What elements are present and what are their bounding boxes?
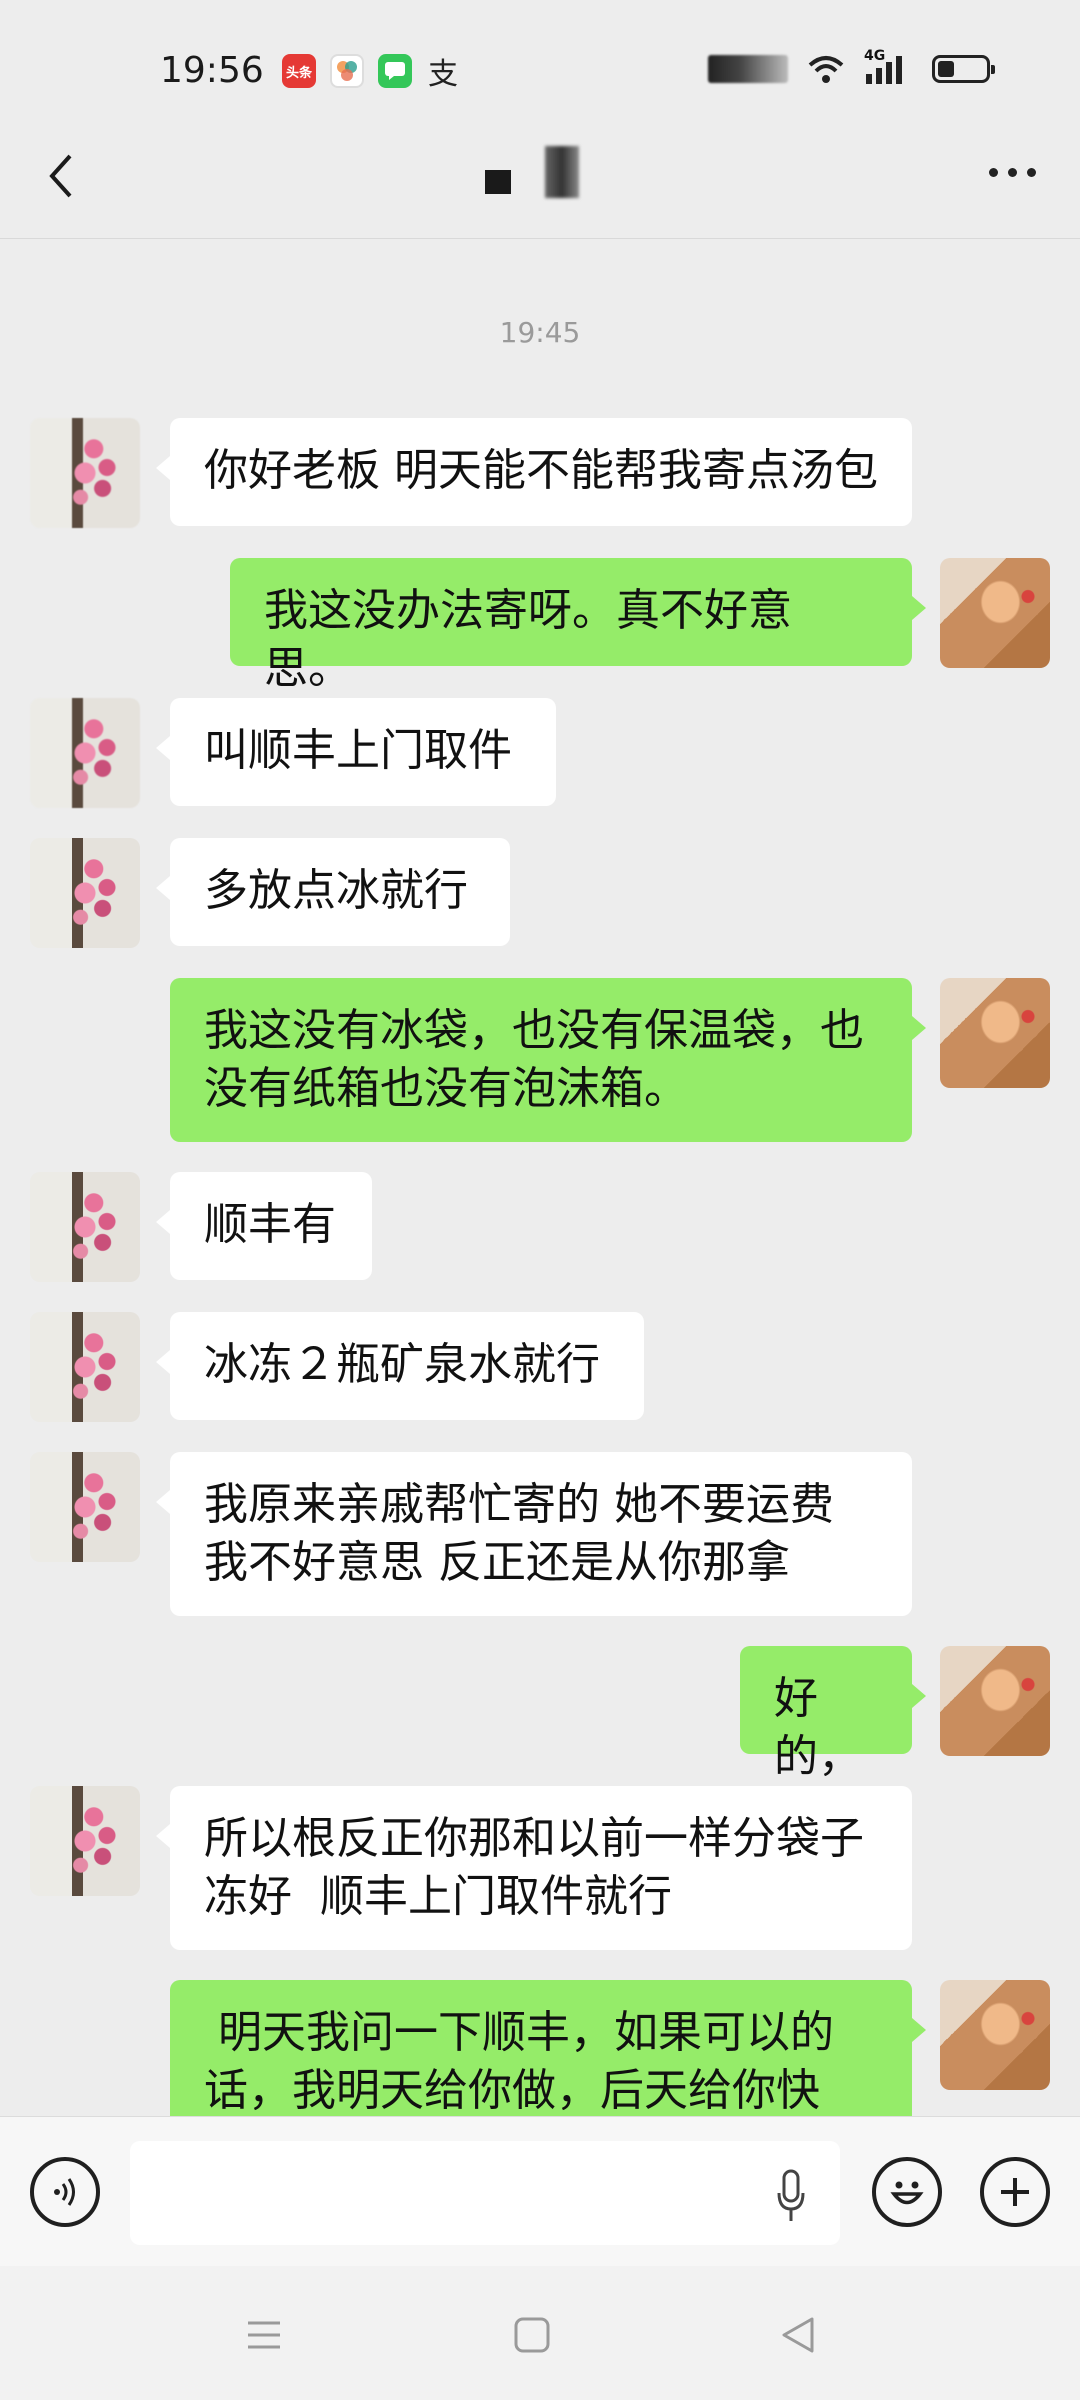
message-bubble-incoming[interactable]: 冰冻２瓶矿泉水就行 <box>156 1312 644 1420</box>
plus-icon <box>1001 2178 1029 2206</box>
contact-avatar[interactable] <box>30 838 140 948</box>
system-nav-bar <box>0 2266 1080 2400</box>
home-square-icon <box>514 2317 550 2353</box>
alipay-icon: 支 <box>428 57 458 92</box>
menu-icon <box>248 2321 280 2349</box>
voice-toggle-button[interactable] <box>30 2157 100 2227</box>
my-avatar[interactable] <box>940 1646 1050 1756</box>
recent-apps-button[interactable] <box>234 2310 294 2360</box>
emoji-icon <box>890 2181 924 2205</box>
contact-name-blurred <box>485 146 595 204</box>
toutiao-icon: 头条 <box>282 54 316 88</box>
message-input-bar <box>0 2116 1080 2267</box>
contact-avatar[interactable] <box>30 698 140 808</box>
message-bubble-incoming[interactable]: 我原来亲戚帮忙寄的 她不要运费 我不好意思 反正还是从你那拿 <box>156 1452 912 1616</box>
more-dots-icon <box>989 168 998 177</box>
mic-icon[interactable] <box>776 2169 806 2223</box>
notification-icons: 头条 支 <box>282 54 460 92</box>
message-bubble-incoming[interactable]: 你好老板 明天能不能帮我寄点汤包 <box>156 418 912 526</box>
message-timestamp: 19:45 <box>499 316 581 349</box>
emoji-button[interactable] <box>872 2157 942 2227</box>
more-button[interactable] <box>989 168 1036 177</box>
back-button[interactable] <box>40 146 90 206</box>
message-bubble-incoming[interactable]: 顺丰有 <box>156 1172 372 1280</box>
message-bubble-incoming[interactable]: 所以根反正你那和以前一样分袋子 冻好 顺丰上门取件就行 <box>156 1786 912 1950</box>
status-right: 4G <box>708 48 995 86</box>
back-triangle-icon <box>782 2317 814 2353</box>
message-bubble-outgoing[interactable]: 我这没办法寄呀。真不好意思。 <box>230 558 926 694</box>
my-avatar[interactable] <box>940 1980 1050 2090</box>
my-avatar[interactable] <box>940 558 1050 668</box>
more-functions-button[interactable] <box>980 2157 1050 2227</box>
wifi-icon <box>808 56 844 83</box>
blurred-indicator <box>708 55 788 83</box>
message-bubble-incoming[interactable]: 多放点冰就行 <box>156 838 510 946</box>
voice-icon <box>54 2178 75 2206</box>
message-bubble-outgoing[interactable]: 我这没有冰袋，也没有保温袋，也 没有纸箱也没有泡沫箱。 <box>170 978 926 1142</box>
message-bubble-incoming[interactable]: 叫顺丰上门取件 <box>156 698 556 806</box>
contact-avatar[interactable] <box>30 1312 140 1422</box>
contact-avatar[interactable] <box>30 418 140 528</box>
contact-avatar[interactable] <box>30 1786 140 1896</box>
back-nav-button[interactable] <box>768 2310 828 2360</box>
chevron-left-icon <box>49 154 72 198</box>
message-text-field[interactable] <box>130 2141 840 2245</box>
photos-icon <box>330 54 364 88</box>
contact-avatar[interactable] <box>30 1172 140 1282</box>
messages-icon <box>378 54 412 88</box>
message-bubble-outgoing[interactable]: 好的， <box>740 1646 926 1782</box>
signal-icon: 4G <box>864 48 914 86</box>
my-avatar[interactable] <box>940 978 1050 1088</box>
home-button[interactable] <box>502 2310 562 2360</box>
contact-avatar[interactable] <box>30 1452 140 1562</box>
battery-icon <box>932 55 995 83</box>
status-time: 19:56 <box>160 50 264 91</box>
message-bubble-outgoing[interactable]: 明天我问一下顺丰，如果可以的 话，我明天给你做，后天给你快 <box>170 1980 926 2116</box>
chat-history[interactable]: 19:45 你好老板 明天能不能帮我寄点汤包 我这没办法寄呀。真不好意思。 叫顺… <box>0 238 1080 2116</box>
chat-header <box>0 118 1080 239</box>
